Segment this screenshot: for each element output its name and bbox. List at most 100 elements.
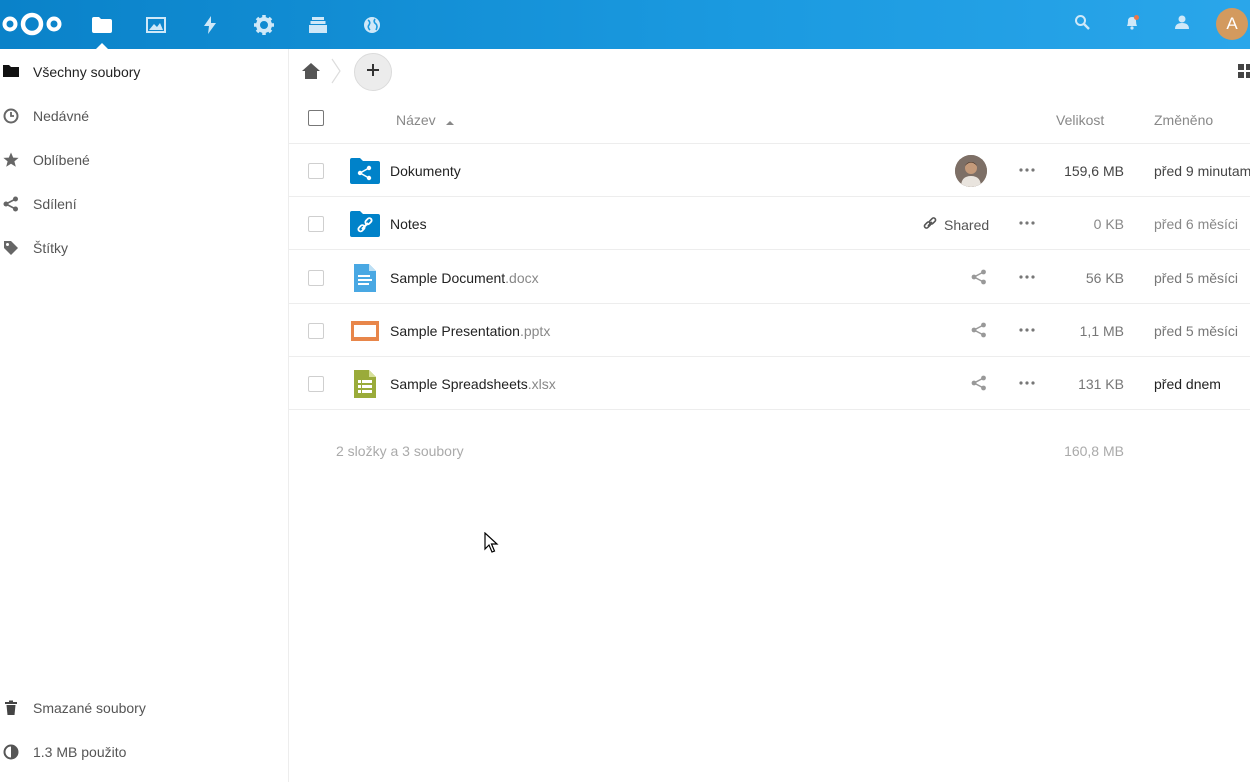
plus-icon [366,63,380,82]
sidebar-item-label: Oblíbené [33,152,90,168]
file-basename: Dokumenty [390,163,461,179]
deck-icon [309,16,327,33]
document-icon [350,264,380,292]
file-size: 159,6 MB [1064,163,1124,179]
app-settings-button[interactable] [242,0,286,49]
spreadsheet-icon [350,370,380,398]
sidebar-item-label: Štítky [33,240,69,256]
image-icon [146,16,166,33]
sidebar-item-tags[interactable]: Štítky [0,226,289,270]
sidebar-item-shares[interactable]: Sdílení [0,182,289,226]
app-web-button[interactable] [350,0,394,49]
star-icon [3,152,19,168]
file-extension: .xlsx [527,376,556,392]
new-file-button[interactable] [354,53,392,91]
table-row[interactable]: Sample Document.docx 56 KB před 5 měsíci [289,251,1250,304]
search-icon [1074,14,1090,35]
more-actions-icon[interactable] [1017,162,1037,178]
sidebar-item-label: Všechny soubory [33,64,141,80]
folder-icon [3,64,19,80]
file-extension: .docx [505,270,539,286]
contacts-button[interactable] [1164,0,1200,49]
sidebar-item-label: Sdílení [33,196,77,212]
row-checkbox[interactable] [308,163,324,179]
nextcloud-logo-icon[interactable] [0,9,64,39]
file-basename: Sample Presentation [390,323,520,339]
share-icon [3,196,19,212]
summary-total-size: 160,8 MB [1064,443,1124,459]
file-basename: Sample Document [390,270,506,286]
share-icon[interactable] [971,375,987,391]
row-checkbox[interactable] [308,216,324,232]
file-name[interactable]: Notes [390,216,427,232]
file-name[interactable]: Sample Spreadsheets.xlsx [390,376,556,392]
app-deck-button[interactable] [296,0,340,49]
sharer-avatar[interactable] [955,155,987,187]
more-actions-icon[interactable] [1017,322,1037,338]
file-modified: před dnem [1154,376,1221,392]
table-row[interactable]: Dokumenty 159,6 MB před 9 minutami [289,144,1250,197]
breadcrumb-separator [330,58,342,84]
more-actions-icon[interactable] [1017,375,1037,391]
link-icon[interactable] [923,217,937,234]
file-modified: před 9 minutami [1154,163,1250,179]
search-button[interactable] [1064,0,1100,49]
file-name[interactable]: Dokumenty [390,163,461,179]
file-name[interactable]: Sample Presentation.pptx [390,323,550,339]
mouse-cursor-icon [484,531,500,554]
trash-icon [3,700,19,716]
file-basename: Sample Spreadsheets [390,376,528,392]
sidebar-item-label: Nedávné [33,108,90,124]
app-photos-button[interactable] [134,0,178,49]
file-size: 1,1 MB [1079,323,1124,339]
table-row[interactable]: Notes Shared 0 KB před 6 měsíci [289,197,1250,250]
app-files-button[interactable] [80,0,124,49]
sort-ascending-icon [446,114,454,130]
select-all-checkbox[interactable] [308,110,324,126]
file-size: 56 KB [1085,270,1124,286]
column-size-header[interactable]: Velikost [1056,112,1104,128]
table-row[interactable]: Sample Presentation.pptx 1,1 MB před 5 m… [289,304,1250,357]
summary-count: 2 složky a 3 soubory [336,443,464,459]
grid-view-icon[interactable] [1238,63,1250,79]
shared-folder-icon [350,157,380,185]
share-icon[interactable] [971,269,987,285]
sidebar-item-favorites[interactable]: Oblíbené [0,138,289,182]
sidebar-item-all-files[interactable]: Všechny soubory [0,50,289,94]
notifications-button[interactable] [1114,0,1150,49]
top-bar: A [0,0,1250,49]
folder-icon [92,16,112,33]
file-basename: Notes [390,216,427,232]
column-name-header[interactable]: Název [396,112,436,128]
sidebar: Všechny soubory Nedávné Oblíbené Sdílení… [0,49,289,782]
file-list-area: Název Velikost Změněno Dokumenty 159,6 M… [289,49,1250,782]
share-icon[interactable] [971,322,987,338]
file-modified: před 5 měsíci [1154,270,1239,286]
contacts-icon [1174,14,1190,35]
sidebar-item-label: 1.3 MB použito [33,744,127,760]
user-avatar[interactable]: A [1216,8,1248,40]
row-checkbox[interactable] [308,323,324,339]
file-name[interactable]: Sample Document.docx [390,270,539,286]
app-activity-button[interactable] [188,0,232,49]
home-icon[interactable] [302,63,320,79]
sidebar-item-trash[interactable]: Smazané soubory [0,686,289,730]
presentation-icon [350,317,380,345]
file-modified: před 5 měsíci [1154,323,1239,339]
globe-icon [363,16,381,34]
more-actions-icon[interactable] [1017,269,1037,285]
sidebar-item-recent[interactable]: Nedávné [0,94,289,138]
avatar-letter: A [1226,14,1238,33]
row-checkbox[interactable] [308,270,324,286]
table-row[interactable]: Sample Spreadsheets.xlsx 131 KB před dne… [289,357,1250,410]
more-actions-icon[interactable] [1017,215,1037,231]
file-size: 131 KB [1078,376,1124,392]
table-header: Název Velikost Změněno [289,94,1250,144]
column-modified-header[interactable]: Změněno [1154,112,1213,128]
link-folder-icon [350,210,380,238]
row-checkbox[interactable] [308,376,324,392]
file-extension: .pptx [519,323,551,339]
shared-label[interactable]: Shared [944,217,989,233]
file-size: 0 KB [1093,216,1124,232]
bell-icon [1124,14,1140,35]
